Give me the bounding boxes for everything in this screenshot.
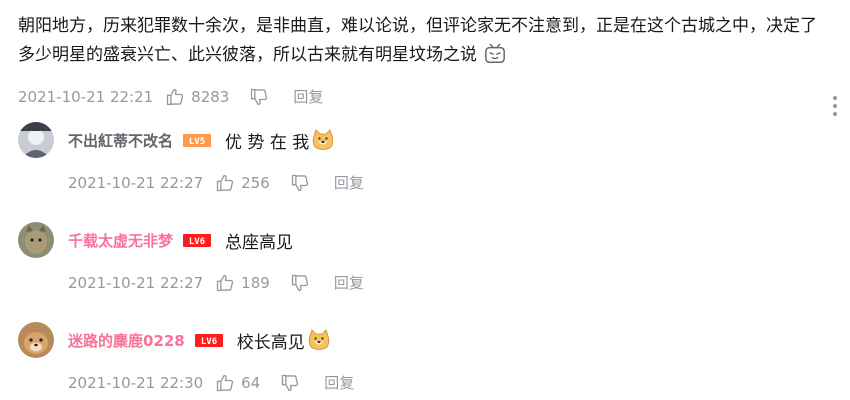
main-comment-text: 朝阳地方，历来犯罪数十余次，是非曲直，难以论说，但评论家无不注意到，正是在这个古…	[18, 12, 818, 70]
reply-item: 不出紅蒂不改名 LV5 优 势 在 我	[18, 122, 335, 158]
reply-text: 总座高见	[225, 228, 293, 253]
level-badge-icon: LV6	[183, 233, 212, 247]
level-badge-icon: LV5	[183, 133, 212, 147]
comment-time: 2021-10-21 22:21	[18, 87, 154, 106]
reply-item: 迷路的麋鹿0228 LV6 校长高见	[18, 322, 331, 358]
like-button[interactable]: 189	[215, 273, 270, 293]
comment-time: 2021-10-21 22:27	[68, 173, 204, 192]
username[interactable]: 不出紅蒂不改名	[68, 130, 173, 151]
svg-text:LV5: LV5	[189, 137, 205, 147]
reply-button[interactable]: 回复	[293, 86, 323, 107]
reply-text: 优 势 在 我	[225, 128, 335, 153]
dislike-button[interactable]	[290, 173, 310, 193]
dislike-button[interactable]	[249, 87, 269, 107]
main-comment-body: 朝阳地方，历来犯罪数十余次，是非曲直，难以论说，但评论家无不注意到，正是在这个古…	[18, 16, 817, 65]
level-badge-icon: LV6	[194, 333, 223, 347]
reply-item: 千载太虚无非梦 LV6 总座高见	[18, 222, 293, 258]
avatar[interactable]	[18, 122, 54, 158]
like-button[interactable]: 256	[215, 173, 270, 193]
main-comment-meta: 2021-10-21 22:21 8283 回复	[18, 86, 323, 107]
reply-meta: 2021-10-21 22:27 189 回复	[68, 272, 364, 293]
thumbs-down-icon	[251, 88, 268, 105]
like-count: 189	[241, 273, 270, 292]
like-button[interactable]: 8283	[165, 87, 229, 107]
comment-time: 2021-10-21 22:27	[68, 273, 204, 292]
reply-body: 校长高见	[236, 332, 305, 353]
tv-face-emoji-icon	[485, 43, 506, 63]
reply-meta: 2021-10-21 22:30 64 回复	[68, 372, 354, 393]
thumbs-down-icon	[291, 274, 308, 291]
thumbs-down-icon	[291, 174, 308, 191]
thumbs-down-icon	[282, 374, 299, 391]
username[interactable]: 千载太虚无非梦	[68, 230, 173, 251]
svg-text:LV6: LV6	[189, 237, 205, 247]
thumbs-up-icon	[217, 374, 234, 391]
thumbs-up-icon	[217, 274, 234, 291]
reply-meta: 2021-10-21 22:27 256 回复	[68, 172, 364, 193]
reply-body: 优 势 在 我	[225, 132, 310, 153]
avatar[interactable]	[18, 322, 54, 358]
reply-text: 校长高见	[237, 328, 331, 353]
avatar[interactable]	[18, 222, 54, 258]
thumbs-up-icon	[217, 174, 234, 191]
doge-emoji-icon	[308, 329, 329, 350]
like-count: 8283	[191, 87, 230, 106]
reply-button[interactable]: 回复	[334, 272, 364, 293]
comment-time: 2021-10-21 22:30	[68, 373, 204, 392]
more-vertical-icon[interactable]	[831, 96, 839, 118]
like-count: 64	[241, 373, 261, 392]
dislike-button[interactable]	[290, 273, 310, 293]
svg-text:LV6: LV6	[201, 337, 217, 347]
username[interactable]: 迷路的麋鹿0228	[68, 330, 185, 351]
like-count: 256	[241, 173, 270, 192]
thumbs-up-icon	[167, 88, 184, 105]
like-button[interactable]: 64	[215, 373, 260, 393]
reply-button[interactable]: 回复	[324, 372, 354, 393]
reply-button[interactable]: 回复	[334, 172, 364, 193]
reply-body: 总座高见	[225, 232, 294, 253]
dislike-button[interactable]	[280, 373, 300, 393]
doge-emoji-icon	[313, 129, 334, 150]
